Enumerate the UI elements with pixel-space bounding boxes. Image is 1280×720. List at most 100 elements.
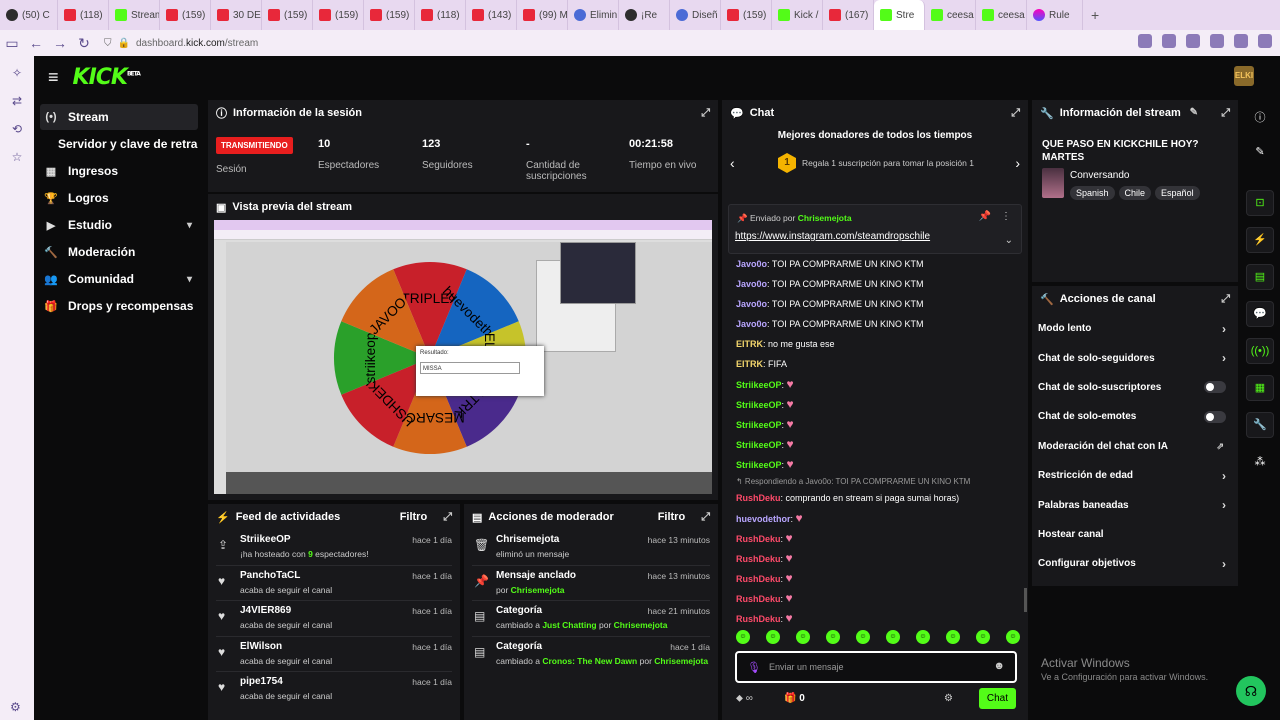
detail-highlight[interactable]: Cronos: The New Dawn bbox=[542, 656, 637, 666]
chat-username[interactable]: huevodethor bbox=[736, 514, 791, 524]
chevron-right-icon[interactable]: › bbox=[1222, 322, 1226, 336]
emoji-icon[interactable]: ☻ bbox=[993, 660, 1005, 672]
emote-icon[interactable]: ☺ bbox=[946, 630, 960, 644]
browser-tab[interactable]: Rule bbox=[1027, 0, 1083, 30]
chat-username[interactable]: StriikeeOP bbox=[736, 380, 782, 390]
bolt-rail-icon[interactable]: ⚡ bbox=[1246, 227, 1274, 253]
channel-action-7[interactable]: Hostear canal bbox=[1032, 520, 1238, 549]
chat-scrollbar[interactable] bbox=[1024, 588, 1027, 612]
expand-icon[interactable]: ⤢ bbox=[701, 511, 710, 524]
chat-username[interactable]: RushDeku bbox=[736, 574, 781, 584]
channel-action-8[interactable]: Configurar objetivos › bbox=[1032, 549, 1238, 578]
hamburger-icon[interactable]: ≡ bbox=[48, 67, 59, 88]
bookmark-icon[interactable]: ☆ bbox=[12, 150, 23, 164]
chat-username[interactable]: Javo0o bbox=[736, 279, 767, 289]
chevron-right-icon[interactable]: › bbox=[1222, 351, 1226, 365]
nav-item-3[interactable]: 🏆 Logros bbox=[40, 185, 198, 211]
emote-icon[interactable]: ☺ bbox=[826, 630, 840, 644]
chevron-down-icon[interactable]: ⌄ bbox=[1005, 235, 1013, 246]
browser-tab[interactable]: (159) bbox=[160, 0, 211, 30]
wrench-rail-icon[interactable]: 🔧 bbox=[1246, 412, 1274, 438]
chat-username[interactable]: RushDeku bbox=[736, 594, 781, 604]
expand-icon[interactable]: ⤢ bbox=[1011, 107, 1020, 120]
chat-username[interactable]: StriikeeOP bbox=[736, 440, 782, 450]
browser-tab[interactable]: Elimin bbox=[568, 0, 619, 30]
mic-icon[interactable]: 🎙 bbox=[747, 661, 761, 674]
forward-icon[interactable]: → bbox=[48, 35, 72, 51]
channel-action-6[interactable]: Palabras baneadas › bbox=[1032, 490, 1238, 519]
emote-icon[interactable]: ☺ bbox=[976, 630, 990, 644]
chat-username[interactable]: Javo0o bbox=[736, 319, 767, 329]
expand-icon[interactable]: ⤢ bbox=[1221, 107, 1230, 120]
history-icon[interactable]: ⟲ bbox=[12, 122, 22, 136]
info-rail-icon[interactable]: ⓘ bbox=[1246, 106, 1274, 132]
browser-tab[interactable]: (99) M bbox=[517, 0, 568, 30]
chat-username[interactable]: Javo0o bbox=[736, 259, 767, 269]
chat-username[interactable]: StriikeeOP bbox=[736, 400, 782, 410]
more-icon[interactable]: ⋮ bbox=[1001, 211, 1011, 222]
browser-tab[interactable]: 30 DE bbox=[211, 0, 262, 30]
chat-username[interactable]: RushDeku bbox=[736, 493, 781, 503]
nav-item-0[interactable]: (•) Stream bbox=[40, 104, 198, 130]
stream-category[interactable]: Conversando bbox=[1070, 170, 1129, 181]
layout-rail-icon[interactable]: ▦ bbox=[1246, 375, 1274, 401]
chat-username[interactable]: EITRK bbox=[736, 359, 763, 369]
ai-icon[interactable]: ✧ bbox=[12, 66, 22, 80]
chat-input[interactable] bbox=[769, 659, 989, 675]
url-field[interactable]: ⛉ 🔒 dashboard.kick.com/stream bbox=[104, 38, 258, 49]
channel-action-0[interactable]: Modo lento › bbox=[1032, 314, 1238, 343]
browser-tab[interactable]: (159) bbox=[721, 0, 772, 30]
chat-username[interactable]: Javo0o bbox=[736, 299, 767, 309]
chat-username[interactable]: RushDeku bbox=[736, 534, 781, 544]
pencil-rail-icon[interactable]: ✎ bbox=[1246, 140, 1274, 166]
account-icon[interactable] bbox=[1210, 34, 1224, 48]
expand-icon[interactable]: ⤢ bbox=[701, 107, 710, 120]
feed-filter-button[interactable]: Filtro bbox=[400, 511, 428, 523]
channel-action-3[interactable]: Chat de solo-emotes bbox=[1032, 402, 1238, 431]
user-avatar[interactable]: ELKI bbox=[1234, 66, 1254, 86]
stream-tag[interactable]: Español bbox=[1155, 186, 1200, 200]
channel-points[interactable]: ⬥ ∞ bbox=[736, 693, 753, 704]
nav-item-1[interactable]: Servidor y clave de retransm bbox=[40, 131, 198, 157]
nav-item-7[interactable]: 🎁 Drops y recompensas bbox=[40, 293, 198, 319]
kick-logo[interactable]: KICKBETA bbox=[73, 65, 141, 90]
unpin-icon[interactable]: 📌 bbox=[979, 211, 991, 222]
browser-tab[interactable]: (118) bbox=[415, 0, 466, 30]
detail-highlight[interactable]: Chrisemejota bbox=[511, 585, 565, 595]
chevron-down-icon[interactable]: ▾ bbox=[187, 274, 192, 285]
pocket-icon[interactable] bbox=[1162, 34, 1176, 48]
browser-tab[interactable]: Kick / bbox=[772, 0, 823, 30]
browser-tab[interactable]: (167) bbox=[823, 0, 874, 30]
pinned-link[interactable]: https://www.instagram.com/steamdropschil… bbox=[735, 231, 930, 242]
chevron-right-icon[interactable]: › bbox=[1222, 469, 1226, 483]
browser-tab[interactable]: ¡Re bbox=[619, 0, 670, 30]
channel-action-5[interactable]: Restricción de edad › bbox=[1032, 461, 1238, 490]
chat-rail-icon[interactable]: 💬 bbox=[1246, 301, 1274, 327]
reload-icon[interactable]: ↻ bbox=[72, 35, 96, 52]
emote-icon[interactable]: ☺ bbox=[796, 630, 810, 644]
chat-username[interactable]: RushDeku bbox=[736, 554, 781, 564]
menu-icon[interactable] bbox=[1258, 34, 1272, 48]
emote-icon[interactable]: ☺ bbox=[766, 630, 780, 644]
nav-item-2[interactable]: ▦ Ingresos bbox=[40, 158, 198, 184]
stream-tag[interactable]: Spanish bbox=[1070, 186, 1115, 200]
edit-icon[interactable]: ✎ bbox=[1190, 107, 1198, 118]
chat-username[interactable]: EITRK bbox=[736, 339, 763, 349]
send-chat-button[interactable]: Chat bbox=[978, 688, 1016, 709]
chevron-right-icon[interactable]: › bbox=[1015, 155, 1020, 171]
pinned-by-user[interactable]: Chrisemejota bbox=[798, 213, 852, 223]
back-icon[interactable]: ← bbox=[24, 35, 48, 51]
nav-item-6[interactable]: 👥 Comunidad ▾ bbox=[40, 266, 198, 292]
chevron-left-icon[interactable]: ‹ bbox=[730, 155, 735, 171]
channel-action-4[interactable]: Moderación del chat con IA ⇗ bbox=[1032, 432, 1238, 461]
chevron-right-icon[interactable]: › bbox=[1222, 498, 1226, 512]
browser-tab[interactable]: (159) bbox=[313, 0, 364, 30]
star-icon[interactable] bbox=[1186, 34, 1200, 48]
browser-tab[interactable]: Stream bbox=[109, 0, 160, 30]
browser-tab[interactable]: ceesa bbox=[925, 0, 976, 30]
chat-username[interactable]: StriikeeOP bbox=[736, 420, 782, 430]
sidebar-toggle-icon[interactable]: ▭ bbox=[0, 35, 24, 52]
nav-item-5[interactable]: 🔨 Moderación bbox=[40, 239, 198, 265]
emote-icon[interactable]: ☺ bbox=[736, 630, 750, 644]
browser-tab[interactable]: (118) bbox=[58, 0, 109, 30]
